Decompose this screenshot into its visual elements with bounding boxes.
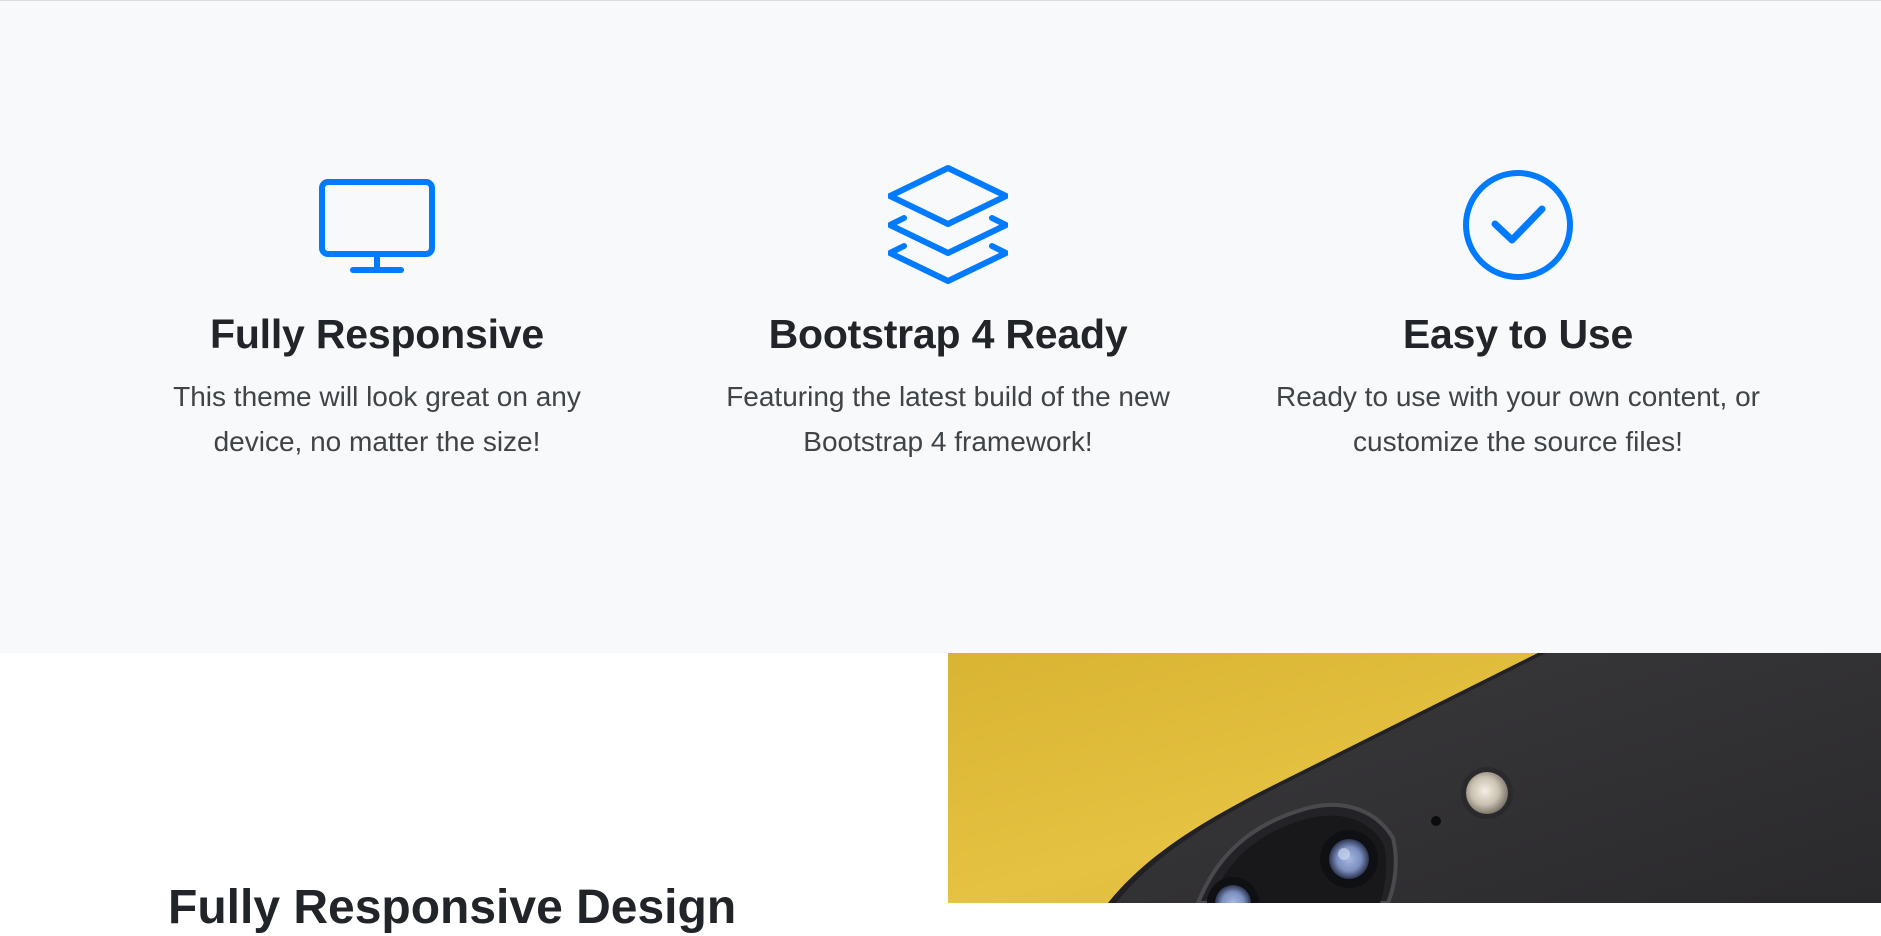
feature-description: Ready to use with your own content, or c… bbox=[1275, 381, 1761, 457]
showcase-heading: Fully Responsive Design bbox=[168, 881, 737, 934]
showcase-text-panel bbox=[0, 653, 948, 903]
monitor-icon bbox=[317, 164, 437, 284]
feature-description: Featuring the latest build of the new Bo… bbox=[726, 381, 1170, 457]
feature-description: This theme will look great on any device… bbox=[173, 381, 581, 457]
check-circle-icon bbox=[1458, 164, 1578, 284]
layers-icon bbox=[888, 164, 1008, 284]
features-section: Fully Responsive This theme will look gr… bbox=[0, 1, 1881, 653]
phone-photo bbox=[948, 653, 1881, 903]
feature-title: Bootstrap 4 Ready bbox=[768, 311, 1128, 357]
feature-title: Easy to Use bbox=[1402, 311, 1634, 357]
feature-title: Fully Responsive bbox=[209, 311, 544, 357]
